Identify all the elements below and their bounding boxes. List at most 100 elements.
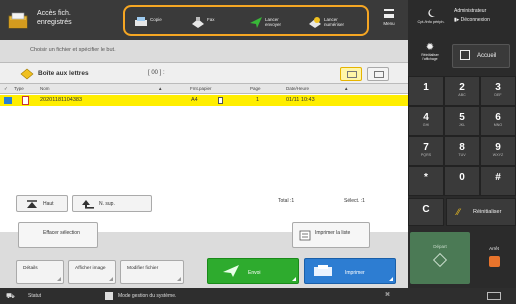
reset-wand-icon: ⁄⁄ (457, 207, 461, 217)
key-6[interactable]: 6 MNO (480, 106, 516, 136)
network-icon: ⌘ (385, 292, 390, 298)
key-3[interactable]: 3 DEF (480, 76, 516, 106)
reset-label: Réinitialiser (473, 209, 502, 215)
check-all-icon[interactable]: ✓ (4, 86, 8, 92)
print-label: Imprimer (345, 270, 365, 276)
key-1[interactable]: 1 (408, 76, 444, 106)
key-8[interactable]: 8 TUV (444, 136, 480, 166)
mailbox-count: [ 00 ] : (148, 70, 165, 76)
table-header: ✓ Type Nom ▲ Fmt.papier Page Date/Heure … (0, 84, 408, 94)
print-list-button[interactable]: Imprimer la liste (292, 222, 370, 248)
key-digit: * (424, 172, 428, 183)
key-digit: 0 (459, 172, 465, 183)
menu-button[interactable]: Menu (378, 6, 400, 36)
arrow-up-level-icon (82, 200, 94, 209)
key-digit: 5 (459, 112, 465, 123)
key-letters: TUV (458, 153, 466, 157)
main-panel: Choisir un fichier et spécifier le but. … (0, 40, 408, 288)
column-name[interactable]: Nom (40, 86, 50, 91)
show-image-button[interactable]: Afficher image (68, 260, 116, 284)
mailbox-icon (20, 68, 34, 80)
edit-file-label: Modifier fichier (127, 266, 159, 271)
table-row[interactable]: 20201181104383 A4 1 01/11 10:43 (0, 95, 408, 106)
key-star[interactable]: * (408, 166, 444, 196)
admin-logout-button[interactable]: Administrateur ▮▸ Déconnexion (450, 8, 514, 36)
saved-files-icon (8, 12, 28, 29)
stop-label: Arrêt (489, 246, 499, 251)
reset-button[interactable]: ⁄⁄ Réinitialiser (446, 198, 516, 226)
fax-label: Fax (207, 17, 215, 22)
key-digit: 3 (495, 82, 501, 93)
parent-level-label: N. sup. (99, 201, 115, 207)
list-view-button[interactable] (340, 67, 362, 81)
action-row: Détails Afficher image Modifier fichier … (0, 254, 408, 288)
top-label: Haut (43, 201, 54, 207)
key-2[interactable]: 2 ABC (444, 76, 480, 106)
parent-level-button[interactable]: N. sup. (72, 195, 152, 212)
system-info-icon (105, 292, 113, 300)
pdf-file-icon (22, 96, 29, 105)
reset-display-button[interactable]: ✹ Réinitialiser l'affichage (414, 40, 446, 72)
key-digit: 8 (459, 142, 465, 153)
column-paper[interactable]: Fmt.papier (190, 86, 212, 91)
print-list-icon (299, 230, 311, 241)
send-button[interactable]: Envoi (207, 258, 299, 284)
corner-arrow-icon (177, 277, 181, 281)
file-pages: 1 (256, 97, 260, 103)
key-digit: 9 (495, 142, 501, 153)
status-monitor-icon[interactable]: ⛟ (6, 292, 15, 301)
counter-info-button[interactable]: Cpt./Info périph. (414, 6, 448, 36)
paper-orientation-icon (218, 97, 223, 104)
clear-selection-button[interactable]: Effacer sélection (18, 222, 98, 248)
corner-arrow-icon (57, 277, 61, 281)
column-type[interactable]: Type (14, 86, 24, 91)
clear-key[interactable]: C (408, 198, 444, 226)
quick-tools-bar: Copie Fax Lancer envoyer Lancer numérise… (123, 5, 369, 36)
scan-save-label: Lancer numériser (324, 17, 345, 27)
logout-label: Déconnexion (460, 17, 490, 23)
start-label: Départ (433, 244, 447, 249)
key-digit: 2 (459, 82, 465, 93)
column-datetime[interactable]: Date/Heure (286, 86, 309, 91)
file-name: 20201181104383 (40, 97, 83, 103)
key-7[interactable]: 7 PQRS (408, 136, 444, 166)
key-digit: 4 (423, 112, 429, 123)
print-button[interactable]: Imprimer (304, 258, 396, 284)
stop-button[interactable]: Arrêt (474, 232, 514, 284)
counter-info-label: Cpt./Info périph. (417, 20, 445, 24)
key-letters: MNO (493, 123, 503, 127)
right-panel: Cpt./Info périph. Administrateur ▮▸ Déco… (408, 0, 516, 288)
key-4[interactable]: 4 GHI (408, 106, 444, 136)
key-hash[interactable]: # (480, 166, 516, 196)
thumbnail-view-button[interactable] (367, 67, 389, 81)
keyboard-icon[interactable] (487, 292, 501, 300)
key-letters: PQRS (420, 153, 432, 157)
key-letters: DEF (494, 93, 502, 97)
show-image-label: Afficher image (75, 266, 106, 271)
send-icon (223, 265, 239, 277)
start-button[interactable]: Départ (410, 232, 470, 284)
key-letters: JKL (458, 123, 466, 127)
corner-arrow-icon (292, 277, 296, 281)
selected-count: Sélect. :1 (344, 198, 365, 204)
key-5[interactable]: 5 JKL (444, 106, 480, 136)
row-checkbox[interactable] (4, 97, 12, 104)
details-label: Détails (23, 266, 38, 271)
status-bar: ⛟ Statut Mode gestion du système. ⌘ (0, 288, 516, 304)
scan-send-label: Lancer envoyer (265, 17, 282, 27)
menu-label: Menu (383, 21, 395, 26)
start-icon (432, 252, 448, 268)
column-pages[interactable]: Page (250, 86, 261, 91)
key-letters: GHI (422, 123, 430, 127)
status-label[interactable]: Statut (28, 293, 41, 299)
reset-display-label: Réinitialiser l'affichage (421, 53, 439, 61)
home-button[interactable]: Accueil (452, 44, 510, 68)
top-bar: Accès fich. enregistrés Copie Fax Lancer… (0, 0, 408, 40)
key-9[interactable]: 9 WXYZ (480, 136, 516, 166)
edit-file-button[interactable]: Modifier fichier (120, 260, 184, 284)
key-0[interactable]: 0 (444, 166, 480, 196)
logout-icon: ▮▸ (454, 17, 460, 23)
sort-asc-icon: ▲ (158, 86, 163, 91)
top-button[interactable]: Haut (16, 195, 68, 212)
details-button[interactable]: Détails (16, 260, 64, 284)
